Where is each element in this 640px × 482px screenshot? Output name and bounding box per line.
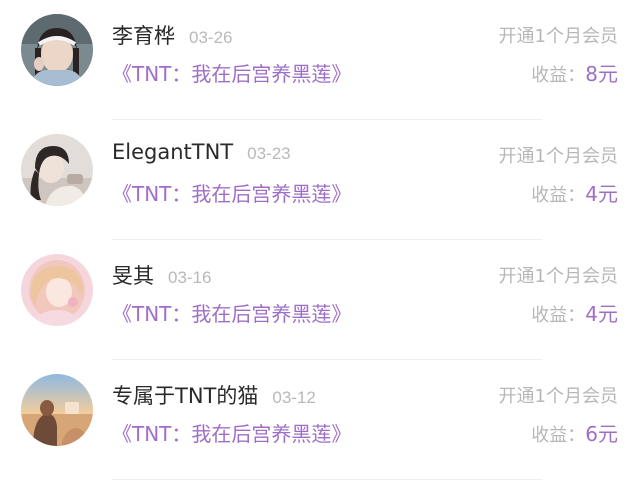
avatar-image bbox=[21, 254, 93, 326]
novel-title-link[interactable]: 《TNT：我在后宫养黑莲》 bbox=[112, 178, 351, 207]
novel-title-link[interactable]: 《TNT：我在后宫养黑莲》 bbox=[112, 418, 351, 447]
earnings: 收益：8元 bbox=[531, 58, 618, 87]
earnings: 收益：4元 bbox=[531, 178, 618, 207]
list-item[interactable]: ElegantTNT 03-23 《TNT：我在后宫养黑莲》 开通1个月会员 收益… bbox=[0, 120, 640, 240]
action-text: 开通1个月会员 bbox=[498, 386, 618, 407]
divider bbox=[112, 479, 542, 480]
earnings-amount: 4元 bbox=[585, 182, 618, 206]
earnings-label: 收益： bbox=[531, 425, 586, 446]
date-label: 03-12 bbox=[272, 388, 316, 407]
action-text: 开通1个月会员 bbox=[498, 26, 618, 47]
user-name-row: 旻其 03-16 bbox=[112, 260, 211, 290]
earnings-amount: 8元 bbox=[585, 62, 618, 86]
list-item[interactable]: 李育桦 03-26 《TNT：我在后宫养黑莲》 开通1个月会员 收益：8元 bbox=[0, 0, 640, 120]
earnings-amount: 6元 bbox=[585, 422, 618, 446]
avatar-image bbox=[21, 134, 93, 206]
avatar-image bbox=[21, 374, 93, 446]
action-text: 开通1个月会员 bbox=[498, 266, 618, 287]
subscription-list: 李育桦 03-26 《TNT：我在后宫养黑莲》 开通1个月会员 收益：8元 Ele… bbox=[0, 0, 640, 482]
list-item[interactable]: 专属于TNT的猫 03-12 《TNT：我在后宫养黑莲》 开通1个月会员 收益：6… bbox=[0, 360, 640, 480]
earnings-amount: 4元 bbox=[585, 302, 618, 326]
user-name: 旻其 bbox=[112, 264, 154, 288]
avatar[interactable] bbox=[21, 134, 93, 206]
user-name-row: ElegantTNT 03-23 bbox=[112, 140, 291, 164]
avatar[interactable] bbox=[21, 374, 93, 446]
date-label: 03-26 bbox=[189, 28, 233, 47]
novel-title-link[interactable]: 《TNT：我在后宫养黑莲》 bbox=[112, 298, 351, 327]
user-name: 专属于TNT的猫 bbox=[112, 384, 259, 408]
earnings-label: 收益： bbox=[531, 185, 586, 206]
list-item[interactable]: 旻其 03-16 《TNT：我在后宫养黑莲》 开通1个月会员 收益：4元 bbox=[0, 240, 640, 360]
user-name-row: 专属于TNT的猫 03-12 bbox=[112, 380, 316, 410]
date-label: 03-23 bbox=[247, 144, 291, 163]
earnings: 收益：4元 bbox=[531, 298, 618, 327]
user-name: ElegantTNT bbox=[112, 140, 234, 164]
user-name: 李育桦 bbox=[112, 24, 175, 48]
earnings: 收益：6元 bbox=[531, 418, 618, 447]
action-text: 开通1个月会员 bbox=[498, 146, 618, 167]
novel-title-link[interactable]: 《TNT：我在后宫养黑莲》 bbox=[112, 58, 351, 87]
earnings-label: 收益： bbox=[531, 65, 586, 86]
user-name-row: 李育桦 03-26 bbox=[112, 20, 232, 50]
avatar[interactable] bbox=[21, 14, 93, 86]
avatar-image bbox=[21, 14, 93, 86]
earnings-label: 收益： bbox=[531, 305, 586, 326]
date-label: 03-16 bbox=[168, 268, 212, 287]
avatar[interactable] bbox=[21, 254, 93, 326]
